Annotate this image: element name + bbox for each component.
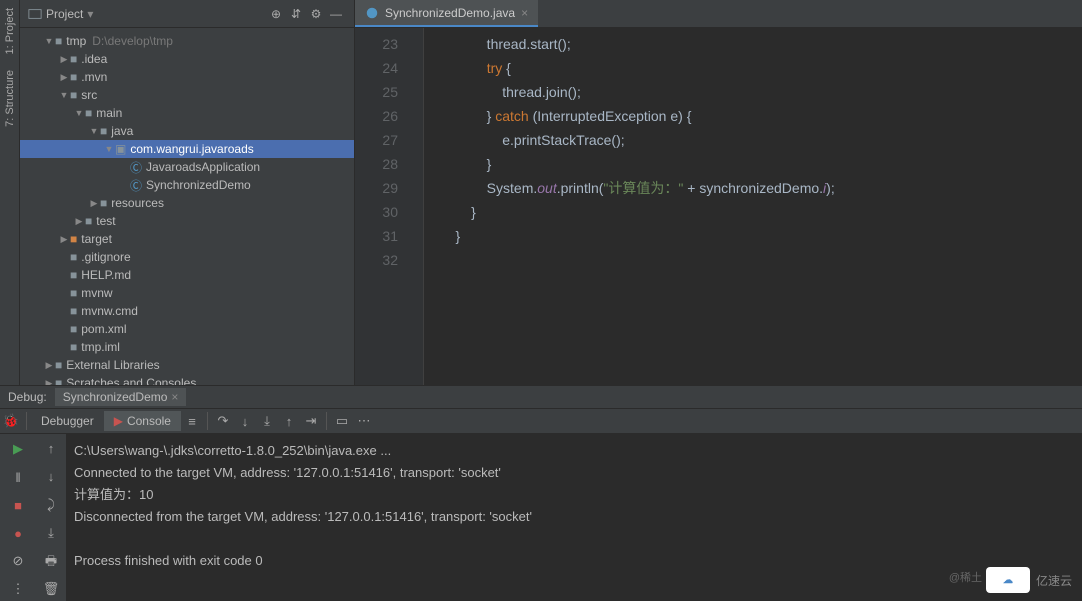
close-tab-icon[interactable]: × <box>521 6 528 20</box>
project-panel: Project ▾ ⊕ ⇵ ⚙ — ▼■tmpD:\develop\tmp▶■.… <box>20 0 355 385</box>
line-gutter: 23242526272829303132 <box>355 28 410 385</box>
debug-left-rail: ▶ ‖ ■ ● ⊘ ⋮ <box>0 434 36 601</box>
debug-toolbar: 🐞 Debugger ▶ Console ≡ ↷ ↓ ⤓ ↑ ⇥ ▭ ⋯ <box>0 408 1082 434</box>
code-area[interactable]: 23242526272829303132 thread.start(); try… <box>355 28 1082 385</box>
down-stack-icon[interactable]: ↓ <box>40 466 62 488</box>
tree-node[interactable]: ▶■.idea <box>20 50 354 68</box>
console[interactable]: ↑ ↓ ⤸ ⤓ 🖶 🗑 C:\Users\wang-\.jdks\corrett… <box>36 434 1082 601</box>
brand-watermark: ☁ 亿速云 <box>986 567 1072 593</box>
tree-node[interactable]: ▼■src <box>20 86 354 104</box>
tree-node[interactable]: ▼■main <box>20 104 354 122</box>
step-over-icon[interactable]: ↷ <box>212 410 234 432</box>
author-watermark: @稀土 <box>949 569 982 585</box>
editor: SynchronizedDemo.java × 2324252627282930… <box>355 0 1082 385</box>
cloud-logo-icon: ☁ <box>986 567 1030 593</box>
tree-node[interactable]: ■pom.xml <box>20 320 354 338</box>
tree-node[interactable]: ⒸJavaroadsApplication <box>20 158 354 176</box>
locate-icon[interactable]: ⊕ <box>266 4 286 24</box>
rerun-icon[interactable]: ▶ <box>7 438 29 460</box>
close-debug-tab-icon[interactable]: × <box>171 390 178 404</box>
bug-icon[interactable]: 🐞 <box>0 410 22 432</box>
tree-node[interactable]: ▶■.mvn <box>20 68 354 86</box>
debug-label: Debug: <box>8 390 47 404</box>
tree-node[interactable]: ■tmp.iml <box>20 338 354 356</box>
tree-node[interactable]: ■mvnw <box>20 284 354 302</box>
tree-node[interactable]: ▶■resources <box>20 194 354 212</box>
tree-node[interactable]: ■.gitignore <box>20 248 354 266</box>
tree-node[interactable]: ▼▣com.wangrui.javaroads <box>20 140 354 158</box>
run-to-cursor-icon[interactable]: ⇥ <box>300 410 322 432</box>
editor-tab-label: SynchronizedDemo.java <box>385 6 515 20</box>
pause-icon[interactable]: ‖ <box>7 466 29 488</box>
soft-wrap-icon[interactable]: ⤸ <box>40 494 62 516</box>
tree-node[interactable]: ⒸSynchronizedDemo <box>20 176 354 194</box>
project-tree[interactable]: ▼■tmpD:\develop\tmp▶■.idea▶■.mvn▼■src▼■m… <box>20 28 354 385</box>
mute-bp-icon[interactable]: ⊘ <box>7 550 29 572</box>
print-icon[interactable]: 🖶 <box>40 550 62 572</box>
left-tool-rail: 1: Project 7: Structure <box>0 0 20 385</box>
console-toolbar: ↑ ↓ ⤸ ⤓ 🖶 🗑 <box>36 434 66 601</box>
editor-tabs: SynchronizedDemo.java × <box>355 0 1082 28</box>
collapse-icon[interactable]: ⇵ <box>286 4 306 24</box>
console-output: C:\Users\wang-\.jdks\corretto-1.8.0_252\… <box>74 440 1072 595</box>
debugger-tab[interactable]: Debugger <box>31 411 104 431</box>
up-stack-icon[interactable]: ↑ <box>40 438 62 460</box>
settings-icon[interactable]: ⚙ <box>306 4 326 24</box>
project-icon <box>28 7 42 21</box>
layout-icon[interactable]: ≡ <box>181 410 203 432</box>
force-step-into-icon[interactable]: ⤓ <box>256 410 278 432</box>
tree-node[interactable]: ■mvnw.cmd <box>20 302 354 320</box>
tree-node[interactable]: ▼■tmpD:\develop\tmp <box>20 32 354 50</box>
tree-node[interactable]: ▶■test <box>20 212 354 230</box>
code-content[interactable]: thread.start(); try { thread.join(); } c… <box>424 28 1082 385</box>
breakpoints-icon[interactable]: ● <box>7 522 29 544</box>
java-file-icon <box>365 6 379 20</box>
step-into-icon[interactable]: ↓ <box>234 410 256 432</box>
debug-panel: Debug: SynchronizedDemo × 🐞 Debugger ▶ C… <box>0 385 1082 601</box>
console-tab[interactable]: ▶ Console <box>104 411 181 431</box>
editor-tab[interactable]: SynchronizedDemo.java × <box>355 0 538 27</box>
evaluate-icon[interactable]: ▭ <box>331 410 353 432</box>
hide-icon[interactable]: — <box>326 4 346 24</box>
tree-node[interactable]: ▶■Scratches and Consoles <box>20 374 354 385</box>
scroll-end-icon[interactable]: ⤓ <box>40 522 62 544</box>
debug-header: Debug: SynchronizedDemo × <box>0 386 1082 408</box>
rail-tab-structure[interactable]: 7: Structure <box>2 62 18 135</box>
clear-icon[interactable]: 🗑 <box>40 578 62 600</box>
trace-icon[interactable]: ⋯ <box>353 410 375 432</box>
project-title[interactable]: Project ▾ <box>28 7 93 21</box>
tree-node[interactable]: ■HELP.md <box>20 266 354 284</box>
debug-run-config[interactable]: SynchronizedDemo × <box>55 388 187 406</box>
fold-gutter[interactable] <box>410 28 424 385</box>
tree-node[interactable]: ▶■External Libraries <box>20 356 354 374</box>
more-icon[interactable]: ⋮ <box>7 578 29 600</box>
project-header: Project ▾ ⊕ ⇵ ⚙ — <box>20 0 354 28</box>
tree-node[interactable]: ▼■java <box>20 122 354 140</box>
step-out-icon[interactable]: ↑ <box>278 410 300 432</box>
stop-icon[interactable]: ■ <box>7 494 29 516</box>
rail-tab-project[interactable]: 1: Project <box>2 0 18 62</box>
tree-node[interactable]: ▶■target <box>20 230 354 248</box>
